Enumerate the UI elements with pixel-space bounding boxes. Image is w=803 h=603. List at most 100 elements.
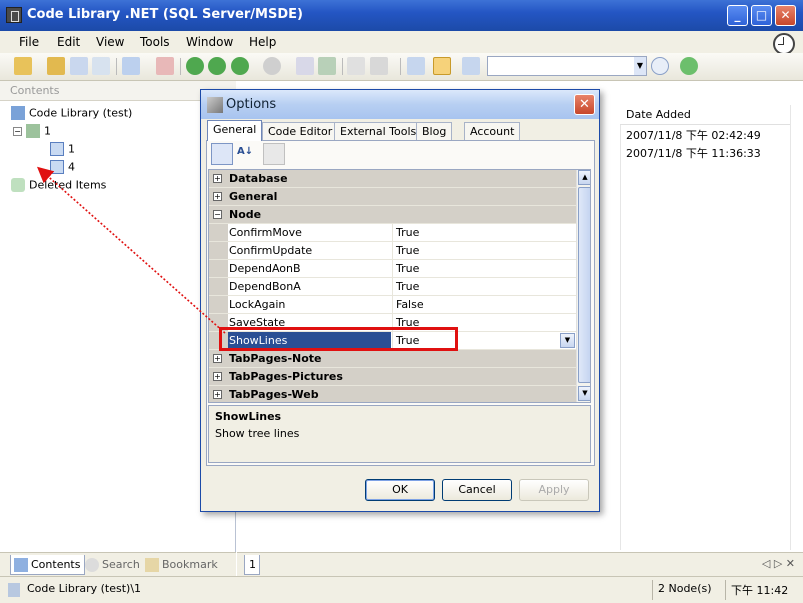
category-tabpages-web[interactable]: + TabPages-Web <box>209 386 577 402</box>
print-icon[interactable] <box>370 57 388 75</box>
magnifier-icon <box>85 558 99 572</box>
find-window-icon[interactable] <box>462 57 480 75</box>
document-icon <box>50 142 64 156</box>
alphabetical-sort-icon[interactable]: A↓ <box>234 143 256 165</box>
collapse-icon[interactable]: − <box>213 210 222 219</box>
sync-icon[interactable] <box>680 57 698 75</box>
tree-node-1[interactable]: −1 <box>13 124 51 140</box>
app-icon <box>6 7 22 23</box>
menu-edit[interactable]: Edit <box>57 35 80 49</box>
up-icon[interactable] <box>208 57 226 75</box>
scroll-thumb[interactable] <box>578 187 590 383</box>
forward-icon[interactable] <box>231 57 249 75</box>
ok-button[interactable]: OK <box>365 479 435 501</box>
stop-icon[interactable] <box>263 57 281 75</box>
expand-icon[interactable]: + <box>213 192 222 201</box>
tree-leaf-1[interactable]: 1 <box>50 142 75 158</box>
deleted-items-label: Deleted Items <box>29 178 107 192</box>
tree-node-label: 1 <box>44 124 51 138</box>
property-grid-scrollbar[interactable]: ▲ ▼ <box>576 170 590 402</box>
property-row[interactable]: DependAonB True <box>209 260 577 278</box>
property-description: ShowLines Show tree lines <box>208 405 591 463</box>
categorized-view-icon[interactable] <box>211 143 233 165</box>
contents-icon <box>14 558 28 572</box>
refresh-icon[interactable] <box>70 57 88 75</box>
scroll-up-icon[interactable]: ▲ <box>578 170 590 185</box>
category-database[interactable]: + Database <box>209 170 577 188</box>
category-node[interactable]: − Node <box>209 206 577 224</box>
search-icon[interactable] <box>651 57 669 75</box>
category-tabpages-pictures[interactable]: + TabPages-Pictures <box>209 368 577 386</box>
properties-icon[interactable] <box>92 57 110 75</box>
fullscreen-icon[interactable] <box>407 57 425 75</box>
move-down-icon[interactable] <box>296 57 314 75</box>
options-dialog: Options ✕ General Code Editor External T… <box>200 89 600 512</box>
menu-view[interactable]: View <box>96 35 124 49</box>
expand-icon[interactable]: + <box>213 372 222 381</box>
export-icon[interactable] <box>347 57 365 75</box>
tree-deleted-items[interactable]: Deleted Items <box>11 178 106 194</box>
status-node-count: 2 Node(s) <box>658 582 712 595</box>
cancel-button[interactable]: Cancel <box>442 479 512 501</box>
description-text: Show tree lines <box>215 427 300 440</box>
expand-icon[interactable]: + <box>213 174 222 183</box>
tab-account[interactable]: Account <box>464 122 521 141</box>
options-tool-icon[interactable] <box>433 57 451 75</box>
tree-leaf-label: 4 <box>68 160 75 174</box>
tree-leaf-4[interactable]: 4 <box>50 160 75 176</box>
move-up-icon[interactable] <box>318 57 336 75</box>
menu-window[interactable]: Window <box>186 35 233 49</box>
category-tabpages-note[interactable]: + TabPages-Note <box>209 350 577 368</box>
scroll-down-icon[interactable]: ▼ <box>578 386 590 401</box>
expand-icon[interactable]: + <box>213 354 222 363</box>
property-row[interactable]: LockAgain False <box>209 296 577 314</box>
list-item[interactable]: 2007/11/8 下午 11:36:33 <box>620 143 790 161</box>
tools-icon <box>207 97 223 113</box>
minimize-button[interactable]: _ <box>727 5 748 26</box>
tab-search[interactable]: Search <box>82 555 144 575</box>
tab-code-editor[interactable]: Code Editor <box>262 122 339 141</box>
menu-bar: File Edit View Tools Window Help <box>0 31 803 53</box>
new-folder-icon[interactable] <box>47 57 65 75</box>
category-general[interactable]: + General <box>209 188 577 206</box>
tab-bookmark[interactable]: Bookmark <box>142 555 222 575</box>
new-item-icon[interactable] <box>122 57 140 75</box>
tab-navigation-icons[interactable]: ◁ ▷ ✕ <box>762 557 795 570</box>
document-icon <box>50 160 64 174</box>
document-tab[interactable]: 1 <box>244 555 260 575</box>
column-header-date-added[interactable]: Date Added <box>620 105 790 125</box>
collapse-icon[interactable]: − <box>13 126 22 136</box>
clock-icon <box>773 33 795 55</box>
main-title-bar[interactable]: Code Library .NET (SQL Server/MSDE) _ □ … <box>0 0 803 31</box>
open-folder-icon[interactable] <box>14 57 32 75</box>
recycle-bin-icon <box>11 178 25 192</box>
property-row[interactable]: ConfirmMove True <box>209 224 577 242</box>
back-icon[interactable] <box>186 57 204 75</box>
tab-general[interactable]: General <box>207 120 263 141</box>
dropdown-arrow-icon[interactable]: ▼ <box>560 333 575 348</box>
apply-button[interactable]: Apply <box>519 479 589 501</box>
dialog-title-bar[interactable]: Options ✕ <box>201 90 599 119</box>
status-time: 下午 11:42 <box>731 584 789 597</box>
menu-help[interactable]: Help <box>249 35 276 49</box>
dialog-close-button[interactable]: ✕ <box>574 94 595 115</box>
dialog-title: Options <box>226 97 277 112</box>
search-combo[interactable]: ▼ <box>487 56 647 76</box>
menu-file[interactable]: File <box>19 35 39 49</box>
property-row[interactable]: DependBonA True <box>209 278 577 296</box>
list-item[interactable]: 2007/11/8 下午 02:42:49 <box>620 125 790 143</box>
tab-external-tools[interactable]: External Tools <box>334 122 423 141</box>
delete-icon[interactable] <box>156 57 174 75</box>
tab-blog[interactable]: Blog <box>416 122 453 141</box>
property-pages-icon[interactable] <box>263 143 285 165</box>
close-button[interactable]: ✕ <box>775 5 796 26</box>
window-title: Code Library .NET (SQL Server/MSDE) <box>27 7 303 22</box>
tree-root[interactable]: Code Library (test) <box>11 106 132 122</box>
library-icon <box>11 106 25 120</box>
property-row[interactable]: ConfirmUpdate True <box>209 242 577 260</box>
search-dropdown-icon[interactable]: ▼ <box>634 57 646 75</box>
expand-icon[interactable]: + <box>213 390 222 399</box>
menu-tools[interactable]: Tools <box>140 35 170 49</box>
maximize-button[interactable]: □ <box>751 5 772 26</box>
tab-contents[interactable]: Contents <box>10 555 86 575</box>
